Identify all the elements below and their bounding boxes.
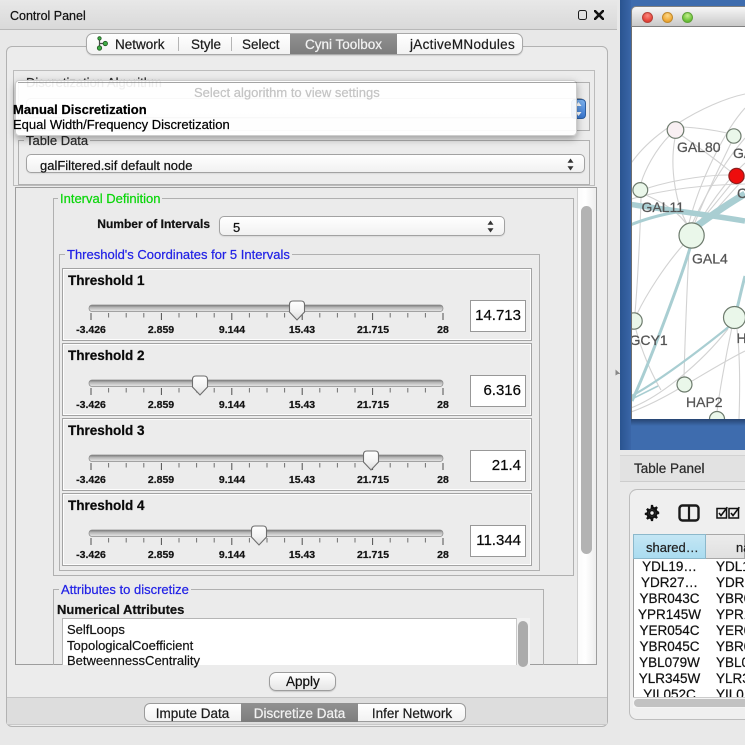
svg-text:GAL11: GAL11 xyxy=(642,199,685,215)
svg-text:GAL4: GAL4 xyxy=(692,251,728,267)
svg-text:GCY1: GCY1 xyxy=(632,332,668,348)
svg-text:GAL80: GAL80 xyxy=(677,139,721,155)
svg-text:CD: CD xyxy=(737,185,745,201)
svg-text:GAL: GAL xyxy=(733,145,745,161)
svg-text:HAP2: HAP2 xyxy=(686,394,723,410)
svg-text:HA: HA xyxy=(737,330,745,346)
